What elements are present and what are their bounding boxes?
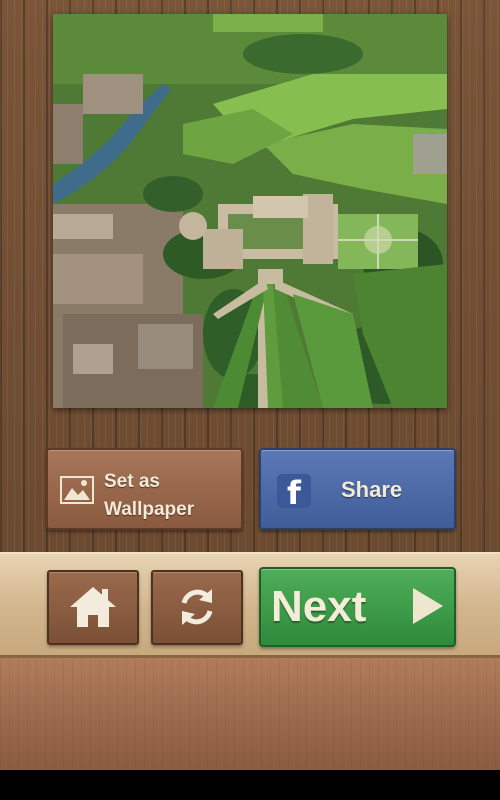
facebook-letter: f <box>277 474 311 512</box>
home-button[interactable] <box>47 570 139 645</box>
puzzle-photo <box>53 14 447 408</box>
facebook-icon: f <box>277 474 311 512</box>
home-icon <box>70 587 116 627</box>
refresh-icon <box>181 589 213 625</box>
share-button[interactable]: f Share <box>259 448 456 530</box>
next-label: Next <box>271 582 367 631</box>
set-wallpaper-label: Set as Wallpaper <box>104 468 194 524</box>
system-navigation-bar <box>0 770 500 800</box>
set-wallpaper-button[interactable]: Set as Wallpaper <box>46 448 243 530</box>
set-wallpaper-line1: Set as <box>104 471 160 492</box>
play-arrow-icon <box>413 588 443 624</box>
image-icon <box>60 476 94 504</box>
refresh-button[interactable] <box>151 570 243 645</box>
set-wallpaper-line2: Wallpaper <box>104 499 195 520</box>
next-button[interactable]: Next <box>259 567 456 647</box>
castle-aerial-image <box>53 14 447 408</box>
wood-floor <box>0 658 500 770</box>
share-label: Share <box>341 477 403 502</box>
